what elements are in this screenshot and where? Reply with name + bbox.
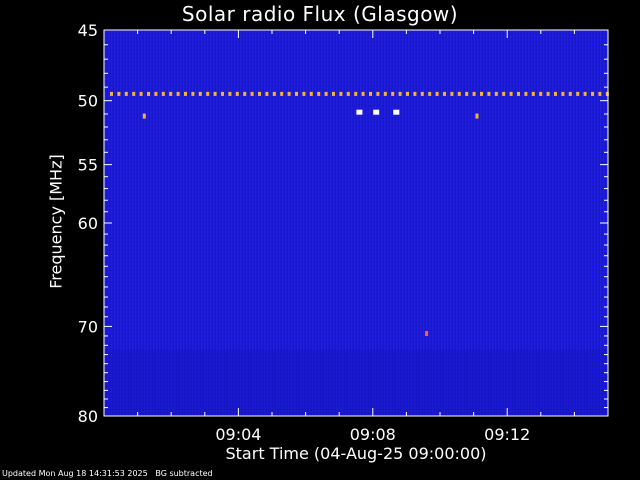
interference-pixel — [354, 91, 358, 96]
interference-pixel — [228, 91, 232, 96]
bright-feature — [142, 113, 146, 119]
interference-pixel — [502, 91, 506, 96]
y-tick-label: 80 — [78, 407, 98, 426]
interference-pixel — [420, 91, 424, 96]
interference-pixel — [117, 91, 121, 96]
interference-pixel — [443, 91, 446, 96]
y-tick-label: 50 — [78, 92, 98, 111]
interference-pixel — [457, 91, 461, 96]
interference-pixel — [110, 91, 113, 96]
interference-pixel — [480, 91, 483, 96]
interference-pixel — [265, 91, 269, 96]
interference-pixel — [576, 91, 580, 96]
interference-pixel — [324, 91, 328, 96]
spectrogram-figure: Solar radio Flux (Glasgow) 45 50 55 60 70 80 0… — [0, 0, 640, 480]
interference-pixel — [221, 91, 224, 96]
interference-pixel — [139, 91, 143, 96]
interference-pixel — [243, 91, 247, 96]
interference-pixel — [147, 91, 150, 96]
interference-pixel — [206, 91, 210, 96]
interference-pixel — [317, 91, 321, 96]
interference-pixel — [472, 91, 476, 96]
y-tick-label: 70 — [78, 317, 98, 336]
interference-pixel — [287, 91, 291, 96]
interference-pixel — [568, 91, 572, 96]
interference-pixel — [531, 91, 535, 96]
interference-pixel — [198, 91, 202, 96]
interference-pixel — [124, 91, 128, 96]
interference-pixel — [376, 91, 380, 96]
interference-pixel — [391, 91, 395, 96]
interference-pixel — [554, 91, 557, 96]
interference-pixel — [169, 91, 173, 96]
interference-pixel — [591, 91, 594, 96]
low-frequency-band — [104, 349, 608, 416]
interference-pixel — [302, 91, 306, 96]
interference-pixel — [450, 91, 454, 96]
interference-pixel — [235, 91, 239, 96]
interference-pixel — [250, 91, 254, 96]
interference-pixel — [132, 91, 136, 96]
interference-pixel — [524, 91, 528, 96]
spectrogram-plot: 45 50 55 60 70 80 09:04 09:08 09:12 — [78, 21, 609, 444]
y-tick-label: 60 — [78, 214, 98, 233]
bright-feature — [425, 331, 429, 336]
interference-pixel — [561, 91, 565, 96]
interference-pixel — [332, 91, 335, 96]
interference-pixel — [517, 91, 520, 96]
interference-pixel — [546, 91, 550, 96]
x-tick-label: 09:12 — [484, 425, 530, 444]
interference-pixel — [361, 91, 365, 96]
interference-pixel — [398, 91, 402, 96]
interference-pixel — [154, 91, 158, 96]
interference-pixel — [509, 91, 513, 96]
heatmap-area — [104, 30, 609, 416]
interference-pixel — [213, 91, 217, 96]
interference-pixel — [272, 91, 276, 96]
y-axis-label: Frequency [MHz] — [46, 154, 66, 289]
interference-pixel — [339, 91, 343, 96]
interference-pixel — [428, 91, 432, 96]
x-tick-label: 09:04 — [215, 425, 261, 444]
bright-feature — [373, 109, 380, 115]
interference-pixel — [539, 91, 543, 96]
interference-pixel — [435, 91, 439, 96]
interference-pixel — [583, 91, 587, 96]
bright-feature — [475, 113, 479, 119]
interference-pixel — [295, 91, 298, 96]
interference-pixel — [280, 91, 284, 96]
interference-pixel — [309, 91, 313, 96]
update-footer: Updated Mon Aug 18 14:31:53 2025 BG subt… — [2, 469, 213, 478]
interference-pixel — [369, 91, 372, 96]
x-tick-label: 09:08 — [350, 425, 396, 444]
y-tick-label: 55 — [78, 156, 98, 175]
bright-feature — [356, 109, 363, 115]
interference-pixel — [161, 91, 165, 96]
interference-pixel — [184, 91, 187, 96]
bright-feature — [393, 109, 400, 115]
interference-pixel — [413, 91, 417, 96]
interference-pixel — [383, 91, 387, 96]
interference-pixel — [191, 91, 195, 96]
interference-pixel — [465, 91, 469, 96]
y-tick-label: 45 — [78, 21, 98, 40]
interference-pixel — [406, 91, 409, 96]
interference-pixel — [487, 91, 491, 96]
interference-pixel — [346, 91, 350, 96]
x-axis-label: Start Time (04-Aug-25 09:00:00) — [225, 444, 487, 463]
interference-pixel — [598, 91, 602, 96]
interference-pixel — [494, 91, 498, 96]
interference-pixel — [258, 91, 261, 96]
interference-pixel — [176, 91, 180, 96]
